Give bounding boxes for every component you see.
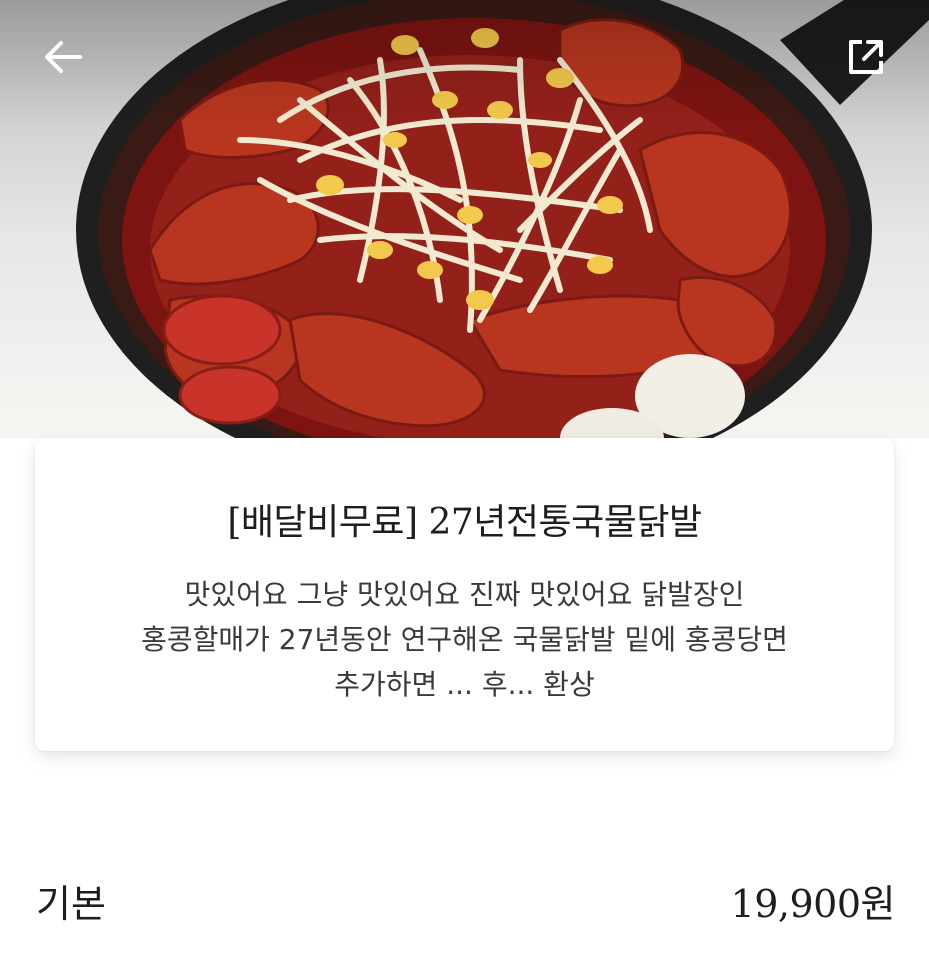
option-price: 19,900원 — [730, 882, 896, 926]
share-button[interactable] — [836, 27, 896, 87]
price-option-row[interactable]: 기본 19,900원 — [36, 872, 896, 936]
menu-description: 맛있어요 그냥 맛있어요 진짜 맛있어요 닭발장인 홍콩할매가 27년동안 연구… — [55, 572, 874, 707]
back-button[interactable] — [33, 27, 93, 87]
menu-description-line: 추가하면 ... 후... 환상 — [334, 668, 595, 701]
menu-photo — [0, 0, 929, 438]
food-photo-illustration — [76, 0, 929, 438]
option-name: 기본 — [36, 882, 106, 926]
menu-description-line: 홍콩할매가 27년동안 연구해온 국물닭발 밑에 홍콩당면 — [141, 623, 788, 656]
external-share-icon — [849, 40, 883, 74]
menu-info-card: [배달비무료] 27년전통국물닭발 맛있어요 그냥 맛있어요 진짜 맛있어요 닭… — [35, 438, 894, 751]
menu-description-line: 맛있어요 그냥 맛있어요 진짜 맛있어요 닭발장인 — [184, 578, 745, 611]
arrow-left-icon — [45, 41, 82, 73]
menu-detail-page: [배달비무료] 27년전통국물닭발 맛있어요 그냥 맛있어요 진짜 맛있어요 닭… — [0, 0, 929, 960]
menu-title: [배달비무료] 27년전통국물닭발 — [227, 502, 702, 543]
